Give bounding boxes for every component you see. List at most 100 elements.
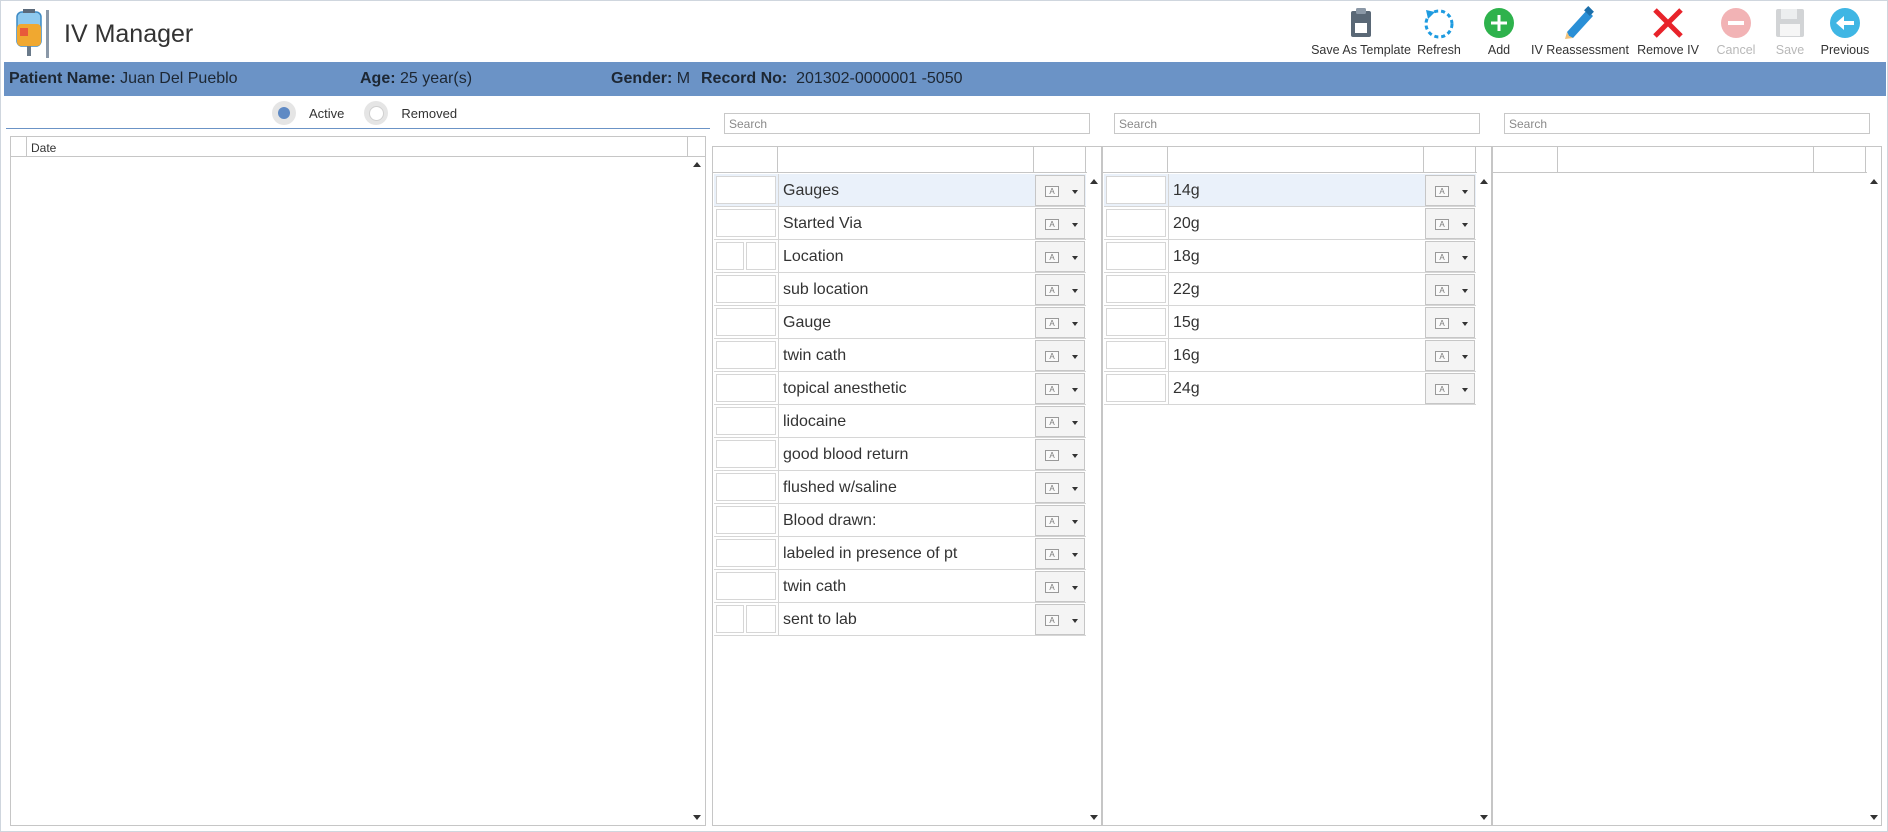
chevron-down-icon	[1462, 322, 1468, 326]
edit-dropdown-button[interactable]: A	[1035, 307, 1085, 338]
details-panel	[1492, 146, 1882, 826]
chevron-down-icon	[1462, 256, 1468, 260]
edit-dropdown-button[interactable]: A	[1425, 340, 1475, 371]
refresh-button[interactable]: Refresh	[1408, 2, 1470, 60]
list-item[interactable]: 15g A	[1104, 306, 1476, 339]
list-item[interactable]: topical anesthetic A	[714, 372, 1086, 405]
list-item[interactable]: twin cath A	[714, 339, 1086, 372]
scroll-down-arrow[interactable]	[1090, 815, 1098, 820]
edit-dropdown-button[interactable]: A	[1035, 571, 1085, 602]
text-edit-icon: A	[1045, 351, 1059, 362]
edit-dropdown-button[interactable]: A	[1035, 340, 1085, 371]
options-list: 14g A 20g A 18g A 22g A 15g A 16g A 24g A	[1104, 174, 1476, 405]
categories-panel: Gauges A Started Via A Location A sub locat…	[712, 146, 1102, 826]
list-item[interactable]: sent to lab A	[714, 603, 1086, 636]
chevron-down-icon	[1072, 256, 1078, 260]
add-button[interactable]: Add	[1470, 2, 1528, 60]
add-label: Add	[1487, 43, 1511, 57]
edit-dropdown-button[interactable]: A	[1035, 439, 1085, 470]
list-item[interactable]: 16g A	[1104, 339, 1476, 372]
list-item[interactable]: twin cath A	[714, 570, 1086, 603]
refresh-icon	[1422, 6, 1456, 40]
edit-dropdown-button[interactable]: A	[1035, 406, 1085, 437]
scroll-down-arrow[interactable]	[1870, 815, 1878, 820]
save-label: Save	[1775, 43, 1805, 57]
edit-dropdown-button[interactable]: A	[1035, 538, 1085, 569]
list-item[interactable]: flushed w/saline A	[714, 471, 1086, 504]
edit-dropdown-button[interactable]: A	[1425, 241, 1475, 272]
chevron-down-icon	[1072, 421, 1078, 425]
edit-dropdown-button[interactable]: A	[1425, 274, 1475, 305]
edit-dropdown-button[interactable]: A	[1035, 505, 1085, 536]
app-header: IV Manager Save As Template Refresh Add …	[2, 2, 1886, 60]
text-edit-icon: A	[1045, 384, 1059, 395]
save-as-template-button[interactable]: Save As Template	[1311, 2, 1411, 60]
text-edit-icon: A	[1045, 516, 1059, 527]
scroll-down-arrow[interactable]	[1480, 815, 1488, 820]
list-item[interactable]: Blood drawn: A	[714, 504, 1086, 537]
remove-iv-button[interactable]: Remove IV	[1632, 2, 1704, 60]
list-item[interactable]: Gauge A	[714, 306, 1086, 339]
edit-dropdown-button[interactable]: A	[1425, 175, 1475, 206]
scroll-up-arrow[interactable]	[1480, 179, 1488, 184]
edit-dropdown-button[interactable]: A	[1035, 274, 1085, 305]
text-edit-icon: A	[1435, 285, 1449, 296]
scroll-up-arrow[interactable]	[693, 162, 701, 167]
search-input-details[interactable]	[1504, 113, 1870, 134]
edit-dropdown-button[interactable]: A	[1035, 241, 1085, 272]
text-edit-icon: A	[1045, 318, 1059, 329]
list-item[interactable]: Gauges A	[714, 174, 1086, 207]
chevron-down-icon	[1072, 388, 1078, 392]
iv-reassessment-button[interactable]: IV Reassessment	[1528, 2, 1632, 60]
list-item[interactable]: 14g A	[1104, 174, 1476, 207]
chevron-down-icon	[1462, 355, 1468, 359]
text-edit-icon: A	[1045, 483, 1059, 494]
row-header-cell	[11, 137, 27, 156]
edit-dropdown-button[interactable]: A	[1035, 175, 1085, 206]
list-item[interactable]: good blood return A	[714, 438, 1086, 471]
scroll-down-arrow[interactable]	[693, 815, 701, 820]
list-item[interactable]: Location A	[714, 240, 1086, 273]
list-item[interactable]: lidocaine A	[714, 405, 1086, 438]
list-item[interactable]: 18g A	[1104, 240, 1476, 273]
cancel-button[interactable]: Cancel	[1704, 2, 1768, 60]
details-panel-header	[1493, 147, 1867, 173]
save-button[interactable]: Save	[1768, 2, 1812, 60]
refresh-label: Refresh	[1417, 43, 1461, 57]
list-item[interactable]: sub location A	[714, 273, 1086, 306]
chevron-down-icon	[1072, 487, 1078, 491]
text-edit-icon: A	[1045, 549, 1059, 560]
options-panel: 14g A 20g A 18g A 22g A 15g A 16g A 24g A	[1102, 146, 1492, 826]
active-radio[interactable]	[272, 101, 296, 125]
save-as-template-label: Save As Template	[1311, 43, 1411, 57]
scroll-up-arrow[interactable]	[1090, 179, 1098, 184]
edit-dropdown-button[interactable]: A	[1035, 604, 1085, 635]
edit-dropdown-button[interactable]: A	[1425, 373, 1475, 404]
edit-dropdown-button[interactable]: A	[1035, 373, 1085, 404]
edit-dropdown-button[interactable]: A	[1425, 307, 1475, 338]
patient-name: Patient Name: Juan Del Pueblo	[9, 70, 238, 87]
patient-age: Age: 25 year(s)	[360, 70, 473, 87]
list-item[interactable]: 20g A	[1104, 207, 1476, 240]
list-item[interactable]: 24g A	[1104, 372, 1476, 405]
edit-dropdown-button[interactable]: A	[1425, 208, 1475, 239]
patient-gender: Gender: M	[611, 70, 691, 87]
edit-dropdown-button[interactable]: A	[1035, 208, 1085, 239]
search-input-options[interactable]	[1114, 113, 1480, 134]
iv-history-header: Date	[11, 137, 705, 157]
chevron-down-icon	[1072, 190, 1078, 194]
search-input-categories[interactable]	[724, 113, 1090, 134]
list-item[interactable]: 22g A	[1104, 273, 1476, 306]
scroll-up-arrow[interactable]	[1870, 179, 1878, 184]
list-item[interactable]: Started Via A	[714, 207, 1086, 240]
edit-dropdown-button[interactable]: A	[1035, 472, 1085, 503]
remove-x-icon	[1651, 6, 1685, 40]
text-edit-icon: A	[1435, 219, 1449, 230]
text-edit-icon: A	[1045, 615, 1059, 626]
removed-radio[interactable]	[364, 101, 389, 125]
list-item[interactable]: labeled in presence of pt A	[714, 537, 1086, 570]
previous-button[interactable]: Previous	[1812, 2, 1878, 60]
date-column-header[interactable]: Date	[31, 141, 56, 155]
chevron-down-icon	[1072, 289, 1078, 293]
text-edit-icon: A	[1435, 186, 1449, 197]
